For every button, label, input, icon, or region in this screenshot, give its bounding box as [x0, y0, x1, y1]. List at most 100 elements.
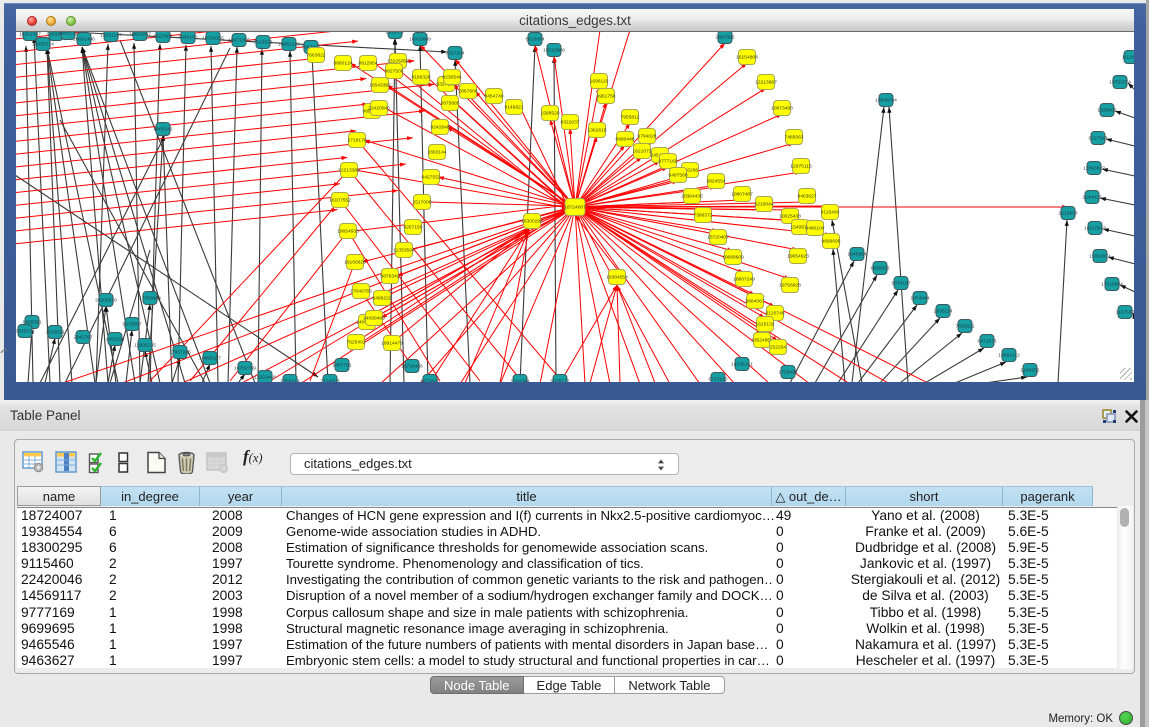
- svg-text:19654923: 19654923: [787, 254, 809, 260]
- svg-text:1156829: 1156829: [46, 330, 65, 336]
- svg-text:6210044: 6210044: [754, 202, 773, 208]
- svg-text:9474444: 9474444: [910, 296, 929, 302]
- svg-text:16154808: 16154808: [736, 55, 758, 61]
- svg-text:2887682: 2887682: [715, 35, 734, 41]
- svg-text:9699695: 9699695: [821, 239, 840, 245]
- svg-text:10861229: 10861229: [278, 42, 300, 48]
- svg-text:15716485: 15716485: [401, 364, 423, 370]
- svg-text:8273645: 8273645: [420, 379, 439, 383]
- svg-text:10688609: 10688609: [722, 255, 744, 261]
- svg-text:15692971: 15692971: [1089, 254, 1111, 260]
- svg-text:12905135: 12905135: [134, 343, 156, 349]
- svg-text:1167530: 1167530: [1116, 310, 1134, 316]
- svg-text:9245652: 9245652: [1020, 368, 1039, 374]
- svg-text:10025438: 10025438: [779, 214, 801, 220]
- svg-text:8471676: 8471676: [977, 339, 996, 345]
- svg-text:8186328: 8186328: [411, 75, 430, 81]
- svg-text:16914479: 16914479: [381, 341, 403, 347]
- svg-text:1588520: 1588520: [540, 111, 559, 117]
- svg-text:1215958: 1215958: [1058, 211, 1077, 217]
- svg-text:8938928: 8938928: [870, 266, 889, 272]
- svg-text:7485063: 7485063: [784, 135, 803, 141]
- svg-text:9975867: 9975867: [122, 322, 141, 328]
- svg-text:9329966: 9329966: [1097, 108, 1116, 114]
- svg-text:10958107: 10958107: [199, 356, 221, 362]
- svg-text:7625402: 7625402: [346, 340, 365, 346]
- svg-text:1733426: 1733426: [778, 370, 797, 376]
- svg-text:8912057: 8912057: [385, 32, 404, 36]
- svg-text:6498222: 6498222: [372, 296, 391, 302]
- svg-text:9457791: 9457791: [332, 363, 351, 369]
- svg-text:2942787: 2942787: [73, 335, 92, 341]
- svg-text:10653267: 10653267: [129, 32, 151, 38]
- svg-text:7663822: 7663822: [306, 53, 325, 59]
- svg-text:10654112: 10654112: [998, 353, 1020, 359]
- svg-text:13331197: 13331197: [100, 33, 122, 39]
- svg-text:2517006: 2517006: [412, 200, 431, 206]
- svg-text:6961758: 6961758: [596, 94, 615, 100]
- svg-text:19166829: 19166829: [344, 260, 366, 266]
- svg-text:9227343: 9227343: [1088, 136, 1107, 142]
- svg-text:8427552: 8427552: [421, 175, 440, 181]
- svg-text:16671355: 16671355: [228, 38, 250, 44]
- svg-text:9600133: 9600133: [58, 32, 77, 37]
- svg-text:1451194: 1451194: [106, 337, 125, 343]
- svg-text:19756928: 19756928: [779, 283, 801, 289]
- svg-text:14099489: 14099489: [363, 316, 385, 322]
- svg-text:15751074: 15751074: [1109, 80, 1131, 86]
- svg-text:3875685: 3875685: [440, 101, 459, 107]
- svg-text:8267150: 8267150: [403, 225, 422, 231]
- svg-text:19384554: 19384554: [606, 275, 628, 281]
- svg-text:6794028: 6794028: [637, 134, 656, 140]
- svg-text:17046765: 17046765: [350, 289, 372, 295]
- svg-text:9463627: 9463627: [797, 194, 816, 200]
- svg-text:12213967: 12213967: [755, 80, 777, 86]
- svg-text:2718176: 2718176: [347, 138, 366, 144]
- svg-text:8860124: 8860124: [333, 61, 352, 67]
- svg-text:7632621: 7632621: [955, 324, 974, 330]
- svg-text:9827506: 9827506: [384, 69, 403, 75]
- svg-text:7357224: 7357224: [445, 51, 464, 57]
- svg-text:3824554: 3824554: [706, 179, 725, 185]
- svg-text:12093822: 12093822: [1083, 166, 1105, 172]
- svg-text:1615132: 1615132: [755, 322, 774, 328]
- svg-text:18807249: 18807249: [733, 277, 755, 283]
- svg-text:1696110: 1696110: [590, 79, 609, 85]
- svg-text:10973493: 10973493: [771, 106, 793, 112]
- svg-text:16543382: 16543382: [369, 83, 391, 89]
- svg-text:14055714: 14055714: [32, 42, 54, 48]
- svg-text:22420046: 22420046: [368, 106, 390, 112]
- svg-text:6466160: 6466160: [178, 35, 197, 41]
- svg-text:10807487: 10807487: [731, 192, 753, 198]
- svg-text:15720407: 15720407: [707, 235, 729, 241]
- svg-text:8454749: 8454749: [484, 94, 503, 100]
- svg-text:1362615: 1362615: [587, 128, 606, 134]
- svg-text:6723180: 6723180: [708, 377, 727, 383]
- svg-text:8322037: 8322037: [560, 120, 579, 126]
- svg-text:9242848: 9242848: [430, 125, 449, 131]
- svg-text:1112803: 1112803: [1122, 55, 1134, 61]
- svg-text:10719155: 10719155: [202, 36, 224, 42]
- svg-text:7839154: 7839154: [16, 329, 35, 335]
- svg-text:8813054: 8813054: [525, 37, 544, 43]
- svg-text:19654933: 19654933: [337, 229, 359, 235]
- svg-text:8990448: 8990448: [615, 137, 634, 143]
- svg-text:7515526: 7515526: [253, 40, 272, 46]
- svg-text:18724007: 18724007: [564, 205, 586, 211]
- svg-text:20364436: 20364436: [681, 194, 703, 200]
- svg-text:17957225: 17957225: [169, 350, 191, 356]
- svg-text:16107552: 16107552: [329, 198, 351, 204]
- svg-text:12213389: 12213389: [338, 168, 360, 174]
- svg-text:1244415: 1244415: [1082, 195, 1101, 201]
- svg-text:14136141: 14136141: [731, 362, 753, 368]
- svg-text:9480104: 9480104: [805, 226, 824, 232]
- svg-text:2803144: 2803144: [427, 150, 446, 156]
- svg-text:6879197: 6879197: [891, 281, 910, 287]
- svg-text:19218506: 19218506: [543, 48, 565, 54]
- svg-text:8230546: 8230546: [442, 75, 461, 81]
- svg-text:16782759: 16782759: [234, 366, 256, 372]
- svg-text:18300295: 18300295: [521, 219, 543, 225]
- svg-text:12975115: 12975115: [790, 164, 812, 170]
- svg-text:16312387: 16312387: [19, 32, 41, 38]
- svg-text:9356214: 9356214: [280, 379, 299, 383]
